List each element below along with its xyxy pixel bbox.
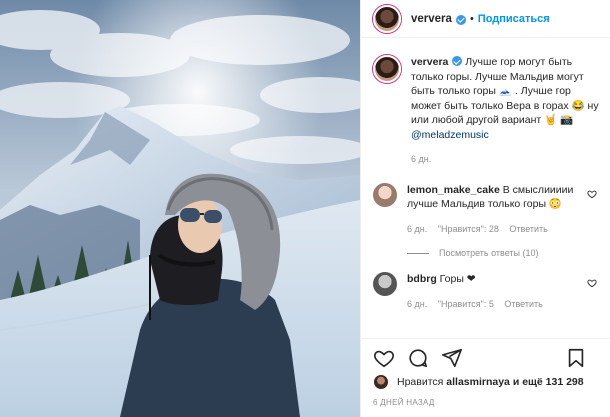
post-timestamp[interactable]: 6 ДНЕЙ НАЗАД: [373, 398, 435, 407]
comments-list[interactable]: ververa Лучше гор могут быть только горы…: [361, 55, 610, 311]
verified-icon: [455, 14, 466, 25]
author-avatar[interactable]: [373, 4, 401, 33]
heart-icon[interactable]: [373, 347, 395, 369]
comment-item: bdbrg Горы ❤ 6 дн. "Нравится": 5 Ответит…: [361, 272, 610, 311]
reply-button[interactable]: Ответить: [509, 224, 547, 234]
caption-username[interactable]: ververa: [411, 56, 448, 68]
author-username[interactable]: ververa: [411, 13, 452, 25]
comment-age[interactable]: 6 дн.: [407, 224, 427, 234]
likes-summary[interactable]: Нравится allasmirnaya и ещё 131 298: [373, 374, 584, 390]
post-actions: [361, 338, 610, 376]
bookmark-icon[interactable]: [565, 347, 587, 369]
post-photo[interactable]: [0, 0, 360, 417]
verified-icon: [452, 56, 463, 66]
view-replies[interactable]: Посмотреть ответы (10): [361, 248, 610, 258]
caption-mention[interactable]: @meladzemusic: [411, 129, 489, 141]
likes-count[interactable]: и ещё 131 298: [513, 376, 584, 388]
caption-age[interactable]: 6 дн.: [411, 154, 431, 164]
post-header: ververa • Подписаться: [361, 0, 610, 38]
comment-age[interactable]: 6 дн.: [407, 299, 427, 309]
comment-username[interactable]: lemon_make_cake: [407, 184, 500, 196]
view-replies-label[interactable]: Посмотреть ответы (10): [439, 248, 539, 258]
liker-username[interactable]: allasmirnaya: [446, 376, 510, 388]
separator-dot: •: [469, 12, 474, 25]
comment-likes[interactable]: "Нравится": 28: [438, 224, 499, 234]
commenter-avatar[interactable]: [373, 182, 397, 207]
comment-likes[interactable]: "Нравится": 5: [438, 299, 494, 309]
comment-item: lemon_make_cake В смыслиииии лучше Мальд…: [361, 182, 610, 237]
likes-prefix: Нравится: [397, 376, 444, 388]
caption: ververa Лучше гор могут быть только горы…: [361, 55, 610, 167]
mountain-selfie-image: [0, 0, 360, 417]
comment-like-heart-icon[interactable]: [587, 278, 597, 288]
replies-divider: [407, 252, 429, 254]
comment-icon[interactable]: [407, 347, 429, 369]
commenter-avatar[interactable]: [373, 272, 397, 296]
comment-text: Горы ❤: [439, 273, 476, 285]
caption-author-avatar[interactable]: [373, 55, 401, 83]
liker-avatar: [373, 374, 389, 390]
reply-button[interactable]: Ответить: [504, 299, 542, 309]
comment-username[interactable]: bdbrg: [407, 273, 437, 285]
share-icon[interactable]: [441, 347, 463, 369]
post-side-panel: ververa • Подписаться ververa Лучше гор …: [360, 0, 610, 417]
comment-like-heart-icon[interactable]: [587, 189, 597, 199]
follow-button[interactable]: Подписаться: [478, 13, 550, 25]
